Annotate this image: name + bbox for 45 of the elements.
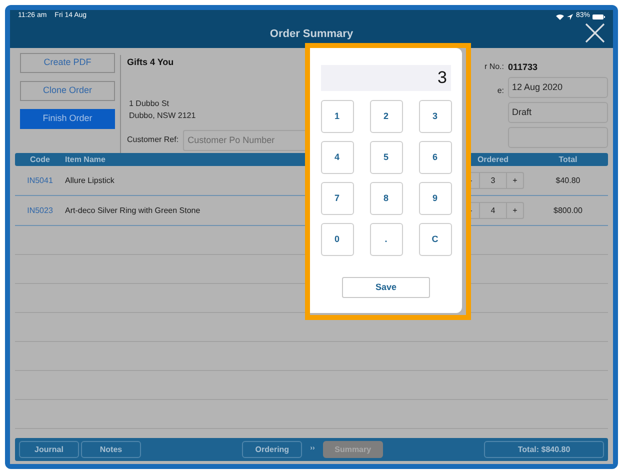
- location-icon: [566, 14, 573, 20]
- customer-name: Gifts 4 You: [127, 56, 175, 69]
- item-total: $40.80: [554, 174, 582, 186]
- step-tab[interactable]: Ordering: [242, 441, 302, 458]
- keypad-key[interactable]: 6: [418, 141, 452, 174]
- item-total: $800.00: [552, 204, 584, 216]
- increment-button[interactable]: +: [506, 173, 523, 188]
- footer-button[interactable]: Notes: [81, 441, 141, 458]
- keypad-key[interactable]: C: [418, 223, 452, 256]
- keypad-key[interactable]: 0: [320, 223, 354, 256]
- keypad-key[interactable]: 2: [370, 100, 402, 133]
- order-number-label: r No.:: [484, 61, 504, 73]
- column-header: Item Name: [65, 154, 106, 166]
- quantity-value: 3: [490, 174, 496, 186]
- order-number: 011733: [508, 61, 539, 73]
- keypad-key[interactable]: 3: [418, 100, 452, 133]
- quantity-value: 4: [490, 204, 496, 216]
- order-total: Total: $840.80: [484, 441, 604, 458]
- column-header: Ordered: [476, 154, 510, 166]
- item-name: Allure Lipstick: [65, 174, 116, 186]
- keypad-key[interactable]: 9: [418, 182, 452, 215]
- keypad-display: 3: [321, 65, 451, 91]
- increment-button[interactable]: +: [506, 203, 523, 218]
- date-label: e:: [497, 85, 504, 97]
- close-icon[interactable]: [585, 23, 605, 43]
- date-field[interactable]: 12 Aug 2020: [508, 77, 608, 98]
- status-field[interactable]: Draft: [508, 102, 608, 123]
- keypad-key[interactable]: 8: [370, 182, 402, 215]
- action-button[interactable]: Finish Order: [20, 109, 115, 129]
- keypad-key[interactable]: 1: [320, 100, 354, 133]
- column-header: Code: [29, 154, 51, 166]
- customer-ref-label: Customer Ref:: [127, 134, 179, 146]
- address-line: Dubbo, NSW 2121: [129, 110, 196, 122]
- item-name: Art-deco Silver Ring with Green Stone: [65, 204, 202, 216]
- column-header: Total: [558, 154, 578, 166]
- keypad-key[interactable]: .: [370, 223, 402, 256]
- keypad-key[interactable]: 7: [320, 182, 354, 215]
- footer-button[interactable]: Journal: [19, 441, 79, 458]
- save-button[interactable]: Save: [342, 277, 430, 298]
- wifi-icon: [556, 14, 564, 20]
- window-title: Order Summary: [270, 26, 354, 42]
- keypad-key[interactable]: 5: [370, 141, 402, 174]
- battery-icon: [592, 14, 605, 20]
- keypad-key[interactable]: 4: [320, 141, 354, 174]
- address-line: 1 Dubbo St: [129, 98, 170, 110]
